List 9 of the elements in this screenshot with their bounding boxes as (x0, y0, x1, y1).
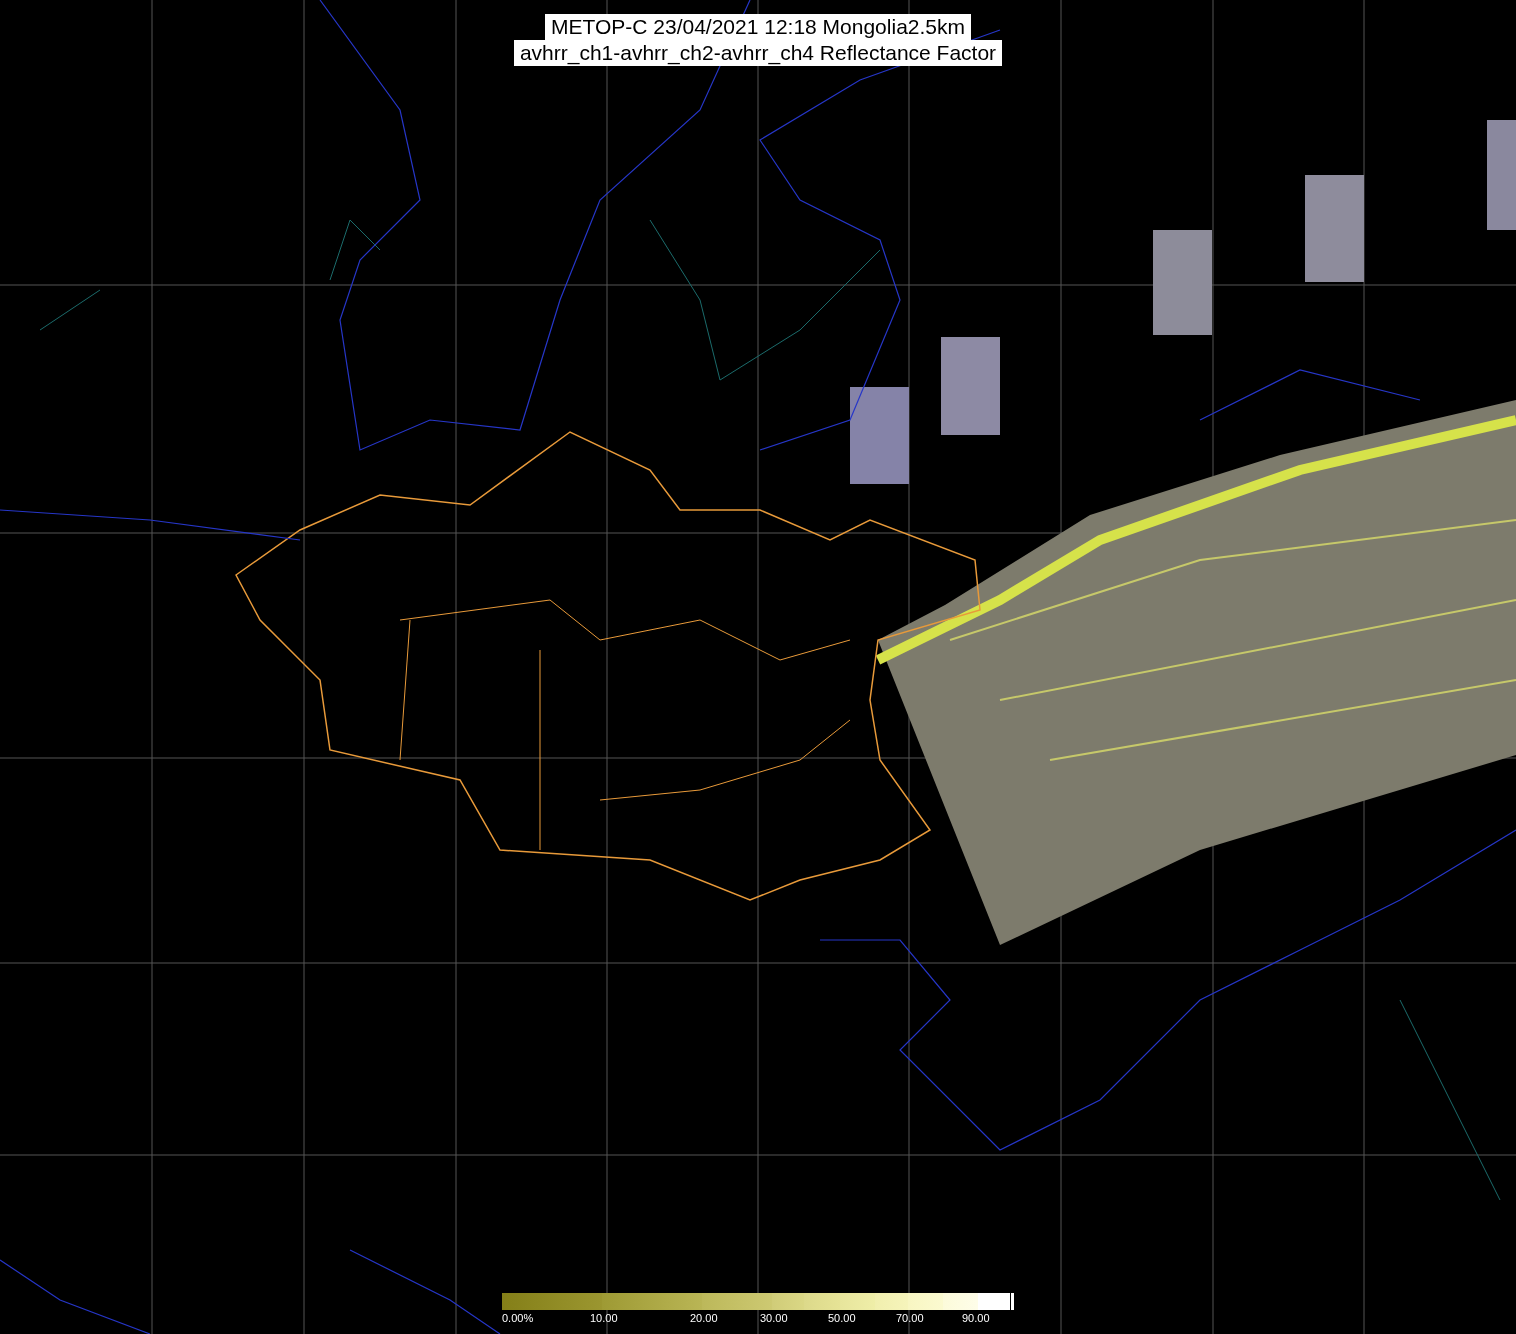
colorbar-label: 50.00 (828, 1312, 856, 1325)
colorbar-label: 70.00 (896, 1312, 924, 1325)
colorbar-label: 20.00 (690, 1312, 718, 1325)
colorbar-label: 0.00% (502, 1312, 534, 1325)
colorbar-label: 30.00 (760, 1312, 788, 1325)
colorbar-label: 90.00 (962, 1312, 990, 1325)
colorbar-label: 10.00 (590, 1312, 618, 1325)
map-title: METOP-C 23/04/2021 12:18 Mongolia2.5km (545, 14, 971, 40)
map-title: avhrr_ch1-avhrr_ch2-avhrr_ch4 Reflectance Factor (513, 40, 1003, 66)
